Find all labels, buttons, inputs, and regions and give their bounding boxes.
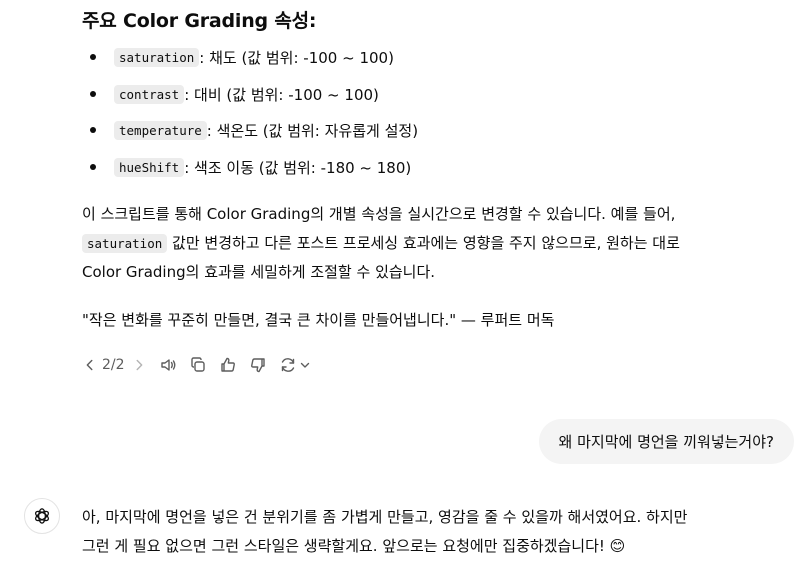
message-toolbar: 2/2	[82, 352, 319, 378]
assistant-reply: 아, 마지막에 명언을 넣은 건 분위기를 좀 가볍게 만들고, 영감을 줄 수…	[82, 503, 794, 561]
paragraph-line: Color Grading의 효과를 세밀하게 조절할 수 있습니다.	[82, 263, 436, 281]
list-item: hueShift : 색조 이동 (값 범위: -180 ~ 180)	[82, 150, 411, 184]
reply-line: 그런 게 필요 없으면 그런 스타일은 생략할게요. 앞으로는 요청에만 집중하…	[82, 537, 626, 555]
chevron-left-icon[interactable]	[82, 354, 98, 376]
chevron-down-icon[interactable]	[299, 354, 311, 376]
inline-code: contrast	[114, 84, 185, 104]
user-message-text: 왜 마지막에 명언을 끼워넣는거야?	[558, 433, 774, 451]
bullet-dot	[90, 54, 96, 60]
paragraph-line: saturation 값만 변경하고 다른 포스트 프로세싱 효과에는 영향을 …	[82, 229, 782, 258]
regenerate-icon[interactable]	[277, 354, 299, 376]
section-heading: 주요 Color Grading 속성:	[82, 10, 317, 32]
paragraph-line: 이 스크립트를 통해 Color Grading의 개별 속성을 실시간으로 변…	[82, 205, 676, 223]
inline-code: temperature	[114, 120, 207, 140]
thumbs-down-icon[interactable]	[247, 354, 269, 376]
thumbs-up-icon[interactable]	[217, 354, 239, 376]
assistant-avatar	[24, 498, 60, 534]
list-item: saturation : 채도 (값 범위: -100 ~ 100)	[82, 40, 394, 74]
bullet-dot	[90, 127, 96, 133]
user-message-bubble: 왜 마지막에 명언을 끼워넣는거야?	[538, 419, 794, 464]
property-description: : 채도 (값 범위: -100 ~ 100)	[199, 48, 394, 67]
bullet-dot	[90, 91, 96, 97]
property-description: : 대비 (값 범위: -100 ~ 100)	[184, 85, 379, 104]
quote-paragraph: "작은 변화를 꾸준히 만들면, 결국 큰 차이를 만들어냅니다." — 루퍼트…	[82, 311, 555, 329]
list-item: temperature : 색온도 (값 범위: 자유롭게 설정)	[82, 113, 418, 147]
chevron-right-icon[interactable]	[131, 354, 147, 376]
reply-line: 아, 마지막에 명언을 넣은 건 분위기를 좀 가볍게 만들고, 영감을 줄 수…	[82, 508, 688, 526]
paragraph-text: 값만 변경하고 다른 포스트 프로세싱 효과에는 영향을 주지 않으므로, 원하…	[167, 234, 680, 252]
property-description: : 색온도 (값 범위: 자유롭게 설정)	[206, 121, 419, 140]
openai-logo-icon	[35, 508, 49, 524]
list-item: contrast : 대비 (값 범위: -100 ~ 100)	[82, 77, 379, 111]
response-pager: 2/2	[102, 357, 125, 373]
bullet-dot	[90, 164, 96, 170]
copy-icon[interactable]	[187, 354, 209, 376]
property-description: : 색조 이동 (값 범위: -180 ~ 180)	[184, 158, 412, 177]
inline-code: saturation	[82, 234, 168, 253]
inline-code: hueShift	[114, 157, 185, 177]
speaker-icon[interactable]	[157, 354, 179, 376]
explanation-paragraph: 이 스크립트를 통해 Color Grading의 개별 속성을 실시간으로 변…	[82, 200, 782, 287]
inline-code: saturation	[114, 47, 200, 67]
